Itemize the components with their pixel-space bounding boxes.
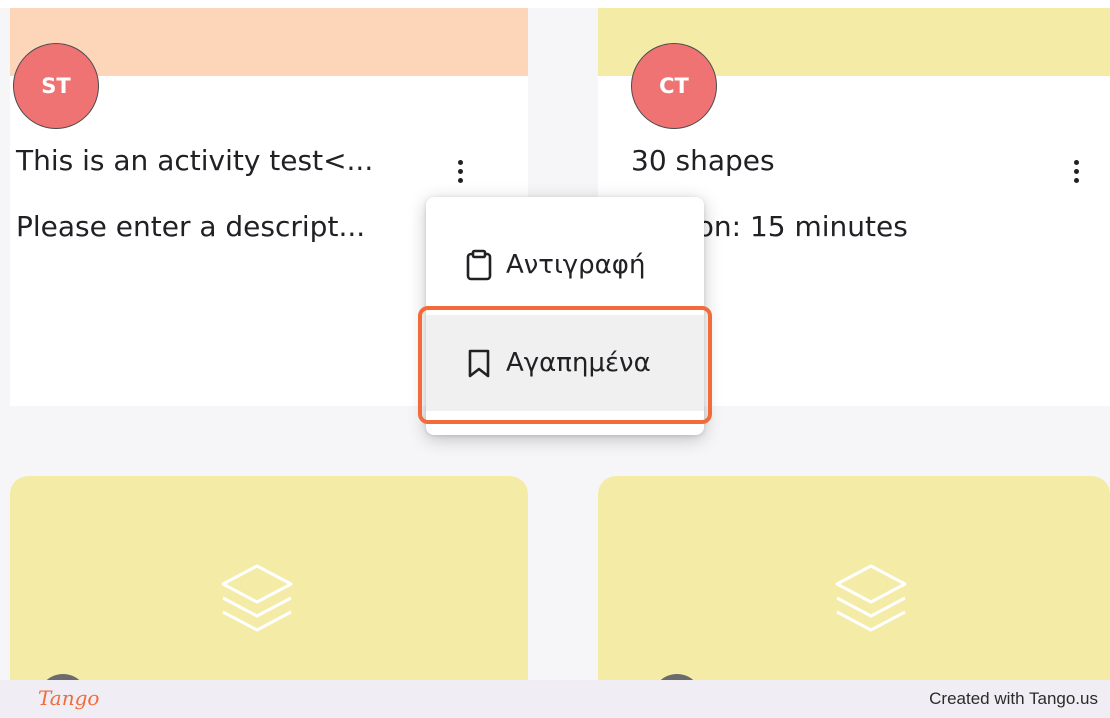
menu-item-copy[interactable]: Αντιγραφή	[426, 217, 704, 313]
menu-item-label: Αγαπημένα	[506, 348, 651, 378]
footer: Tango Created with Tango.us	[0, 680, 1110, 718]
avatar: CT	[631, 43, 717, 129]
card-title[interactable]: 30 shapes	[631, 142, 775, 180]
menu-item-label: Αντιγραφή	[506, 250, 646, 280]
more-options-icon[interactable]	[1064, 153, 1088, 189]
footer-credit: Created with Tango.us	[929, 689, 1098, 708]
bookmark-icon	[468, 349, 490, 378]
top-edge	[0, 0, 1110, 8]
menu-item-favorites[interactable]: Αγαπημένα	[426, 315, 704, 411]
layers-icon	[835, 564, 907, 632]
avatar: ST	[13, 43, 99, 129]
layers-icon	[221, 564, 293, 632]
clipboard-icon	[466, 249, 492, 281]
tango-logo: Tango	[38, 686, 100, 710]
card-description: Please enter a descript...	[16, 210, 366, 243]
card-title[interactable]: This is an activity test<...	[16, 142, 373, 180]
context-menu: Αντιγραφή Αγαπημένα	[426, 197, 704, 435]
more-options-icon[interactable]	[448, 153, 472, 189]
